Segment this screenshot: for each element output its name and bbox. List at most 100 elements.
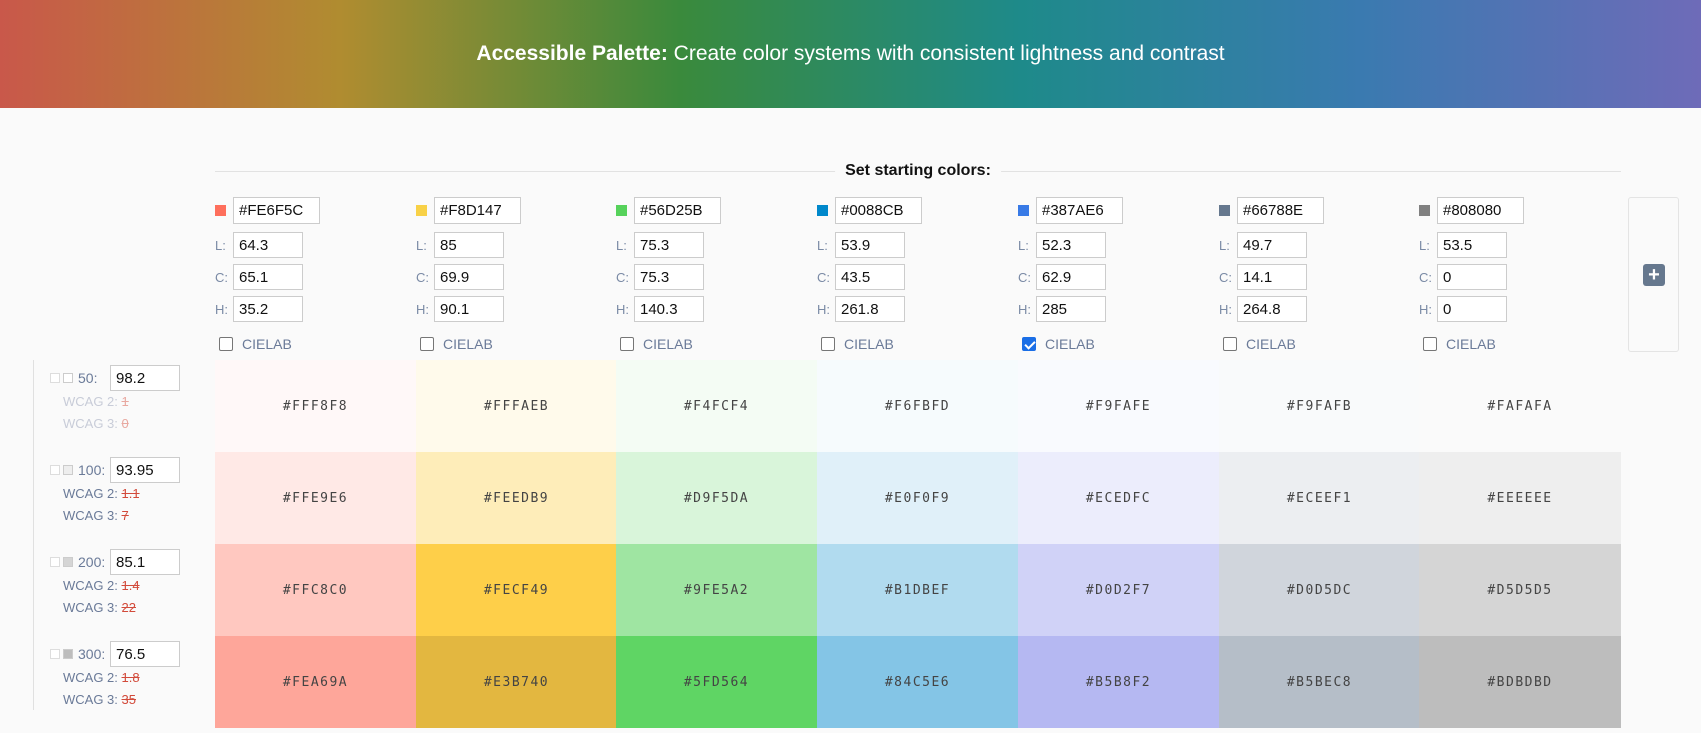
palette-cell[interactable]: #D0D2F7 xyxy=(1018,544,1219,636)
color-swatch[interactable] xyxy=(817,204,828,216)
hue-input[interactable] xyxy=(1036,296,1106,322)
chroma-input[interactable] xyxy=(1437,264,1507,290)
hex-input[interactable] xyxy=(1237,196,1324,224)
cielab-checkbox[interactable] xyxy=(620,337,634,351)
chroma-input[interactable] xyxy=(1036,264,1106,290)
palette-cell[interactable]: #B1DBEF xyxy=(817,544,1018,636)
cielab-label: CIELAB xyxy=(844,336,894,352)
wcag3-value: 7 xyxy=(121,508,129,523)
lightness-input[interactable] xyxy=(1237,232,1307,258)
lightness-input[interactable] xyxy=(835,232,905,258)
step-lightness-input[interactable] xyxy=(110,365,180,391)
hue-row: H: xyxy=(1419,294,1609,324)
palette-cell[interactable]: #E3B740 xyxy=(416,636,617,728)
cielab-checkbox[interactable] xyxy=(420,337,434,351)
chroma-label: C: xyxy=(1018,269,1031,285)
add-color-button[interactable]: + xyxy=(1643,264,1665,286)
step-lightness-input[interactable] xyxy=(110,641,180,667)
wcag2-contrast: WCAG 2: 1 xyxy=(50,391,200,413)
step-checkbox[interactable] xyxy=(50,649,60,659)
step-lightness-input[interactable] xyxy=(110,457,180,483)
lightness-input[interactable] xyxy=(1036,232,1106,258)
step-checkbox[interactable] xyxy=(50,373,60,383)
hex-input[interactable] xyxy=(835,196,922,224)
color-swatch[interactable] xyxy=(1419,204,1430,216)
color-swatch[interactable] xyxy=(1219,204,1230,216)
hex-input[interactable] xyxy=(233,196,320,224)
cielab-checkbox[interactable] xyxy=(1423,337,1437,351)
lightness-row: L: xyxy=(817,230,1007,260)
chroma-input[interactable] xyxy=(434,264,504,290)
hue-label: H: xyxy=(1219,301,1232,317)
chroma-row: C: xyxy=(416,262,606,292)
palette-cell[interactable]: #B5B8F2 xyxy=(1018,636,1219,728)
palette-cell[interactable]: #FFE9E6 xyxy=(215,452,416,544)
hue-input[interactable] xyxy=(634,296,704,322)
cielab-row: CIELAB xyxy=(817,334,1007,354)
cielab-checkbox[interactable] xyxy=(1223,337,1237,351)
palette-cell[interactable]: #F9FAFB xyxy=(1219,360,1420,452)
palette-cell[interactable]: #F4FCF4 xyxy=(616,360,817,452)
hex-input[interactable] xyxy=(1036,196,1123,224)
palette-cell[interactable]: #EEEEEE xyxy=(1419,452,1621,544)
palette-cell[interactable]: #F6FBFD xyxy=(817,360,1018,452)
color-swatch[interactable] xyxy=(616,204,627,216)
wcag3-contrast: WCAG 3: 35 xyxy=(50,689,200,711)
lightness-input[interactable] xyxy=(634,232,704,258)
hex-input[interactable] xyxy=(634,196,721,224)
hue-input[interactable] xyxy=(233,296,303,322)
chroma-input[interactable] xyxy=(1237,264,1307,290)
hex-input[interactable] xyxy=(1437,196,1524,224)
hex-input[interactable] xyxy=(434,196,521,224)
chroma-label: C: xyxy=(616,269,629,285)
scale-step-header: 50: xyxy=(50,365,200,391)
chroma-input[interactable] xyxy=(233,264,303,290)
palette-cell[interactable]: #ECEDFC xyxy=(1018,452,1219,544)
palette-cell[interactable]: #D0D5DC xyxy=(1219,544,1420,636)
palette-cell[interactable]: #B5BEC8 xyxy=(1219,636,1420,728)
palette-cell[interactable]: #FECF49 xyxy=(416,544,617,636)
palette-cell[interactable]: #D5D5D5 xyxy=(1419,544,1621,636)
cielab-row: CIELAB xyxy=(1018,334,1208,354)
palette-cell[interactable]: #BDBDBD xyxy=(1419,636,1621,728)
color-swatch[interactable] xyxy=(1018,204,1029,216)
palette-cell[interactable]: #FFC8C0 xyxy=(215,544,416,636)
step-checkbox[interactable] xyxy=(50,465,60,475)
color-swatch[interactable] xyxy=(416,204,427,216)
hue-input[interactable] xyxy=(835,296,905,322)
lightness-label: L: xyxy=(817,237,828,253)
hue-input[interactable] xyxy=(1237,296,1307,322)
lightness-input[interactable] xyxy=(1437,232,1507,258)
step-checkbox[interactable] xyxy=(50,557,60,567)
chroma-input[interactable] xyxy=(835,264,905,290)
palette-cell[interactable]: #F9FAFE xyxy=(1018,360,1219,452)
wcag2-contrast: WCAG 2: 1.4 xyxy=(50,575,200,597)
cielab-checkbox[interactable] xyxy=(219,337,233,351)
hue-label: H: xyxy=(616,301,629,317)
palette-cell[interactable]: #E0F0F9 xyxy=(817,452,1018,544)
palette-cell[interactable]: #D9F5DA xyxy=(616,452,817,544)
hue-input[interactable] xyxy=(434,296,504,322)
palette-cell[interactable]: #FAFAFA xyxy=(1419,360,1621,452)
lightness-input[interactable] xyxy=(233,232,303,258)
step-swatch xyxy=(63,557,73,567)
chroma-row: C: xyxy=(616,262,806,292)
palette-cell[interactable]: #ECEEF1 xyxy=(1219,452,1420,544)
palette-cell[interactable]: #FFFAEB xyxy=(416,360,617,452)
chroma-input[interactable] xyxy=(634,264,704,290)
color-swatch[interactable] xyxy=(215,204,226,216)
cielab-checkbox[interactable] xyxy=(821,337,835,351)
palette-cell[interactable]: #FFF8F8 xyxy=(215,360,416,452)
lightness-row: L: xyxy=(1219,230,1409,260)
palette-cell[interactable]: #9FE5A2 xyxy=(616,544,817,636)
palette-cell[interactable]: #5FD564 xyxy=(616,636,817,728)
hue-input[interactable] xyxy=(1437,296,1507,322)
lightness-input[interactable] xyxy=(434,232,504,258)
cielab-checkbox[interactable] xyxy=(1022,337,1036,351)
palette-cell[interactable]: #84C5E6 xyxy=(817,636,1018,728)
step-lightness-input[interactable] xyxy=(110,549,180,575)
starting-color-6: L: C: H: CIELAB xyxy=(1219,196,1409,352)
palette-cell[interactable]: #FEA69A xyxy=(215,636,416,728)
palette-cell[interactable]: #FEEDB9 xyxy=(416,452,617,544)
hue-label: H: xyxy=(1419,301,1432,317)
